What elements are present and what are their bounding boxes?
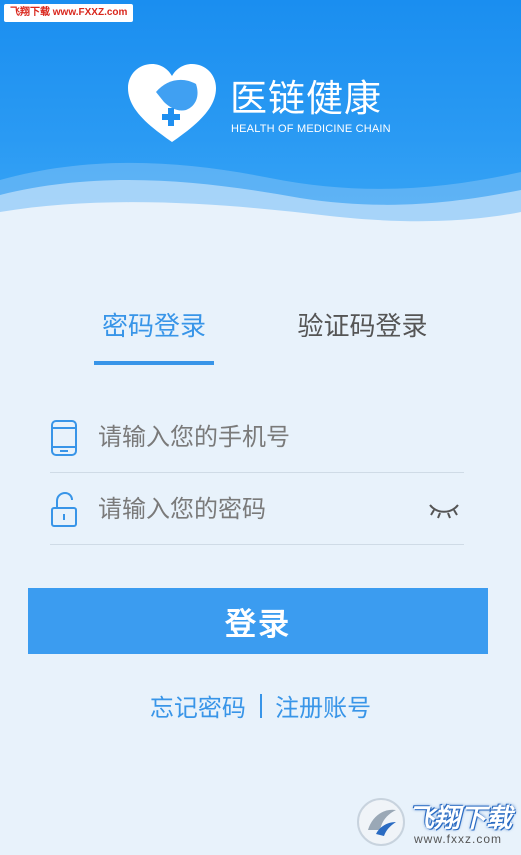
brand-name: 医链健康 [230, 77, 382, 120]
login-button[interactable]: 登录 [28, 588, 488, 654]
app-header: 飞翔下载 www.FXXZ.com 医链健康 HEALTH OF MEDICIN… [0, 0, 521, 230]
brand-subtitle: HEALTH OF MEDICINE CHAIN [231, 123, 391, 135]
tab-password-login[interactable]: 密码登录 [94, 305, 214, 355]
phone-input[interactable] [96, 416, 420, 458]
account-links: 忘记密码 注册账号 [0, 688, 521, 723]
password-input[interactable] [96, 488, 420, 530]
header-wave-decoration [0, 162, 521, 230]
forgot-password-link[interactable]: 忘记密码 [150, 688, 246, 723]
watermark-logo-icon [357, 798, 405, 846]
register-link[interactable]: 注册账号 [275, 688, 371, 723]
eye-closed-icon[interactable] [428, 500, 460, 520]
bottom-watermark: 飞翔下载 www.fxxz.com [356, 796, 516, 852]
login-tabs: 密码登录 验证码登录 [0, 305, 521, 365]
watermark-url: www.fxxz.com [414, 832, 503, 846]
lock-icon [51, 492, 77, 527]
tab-code-login[interactable]: 验证码登录 [290, 305, 435, 355]
link-divider [259, 693, 262, 718]
password-field [50, 472, 464, 545]
phone-icon [51, 420, 77, 456]
phone-field [50, 400, 464, 473]
heart-logo-icon [128, 64, 216, 142]
top-watermark: 飞翔下载 www.FXXZ.com [4, 4, 134, 22]
watermark-title: 飞翔下载 [408, 804, 513, 834]
active-tab-indicator [94, 361, 214, 365]
